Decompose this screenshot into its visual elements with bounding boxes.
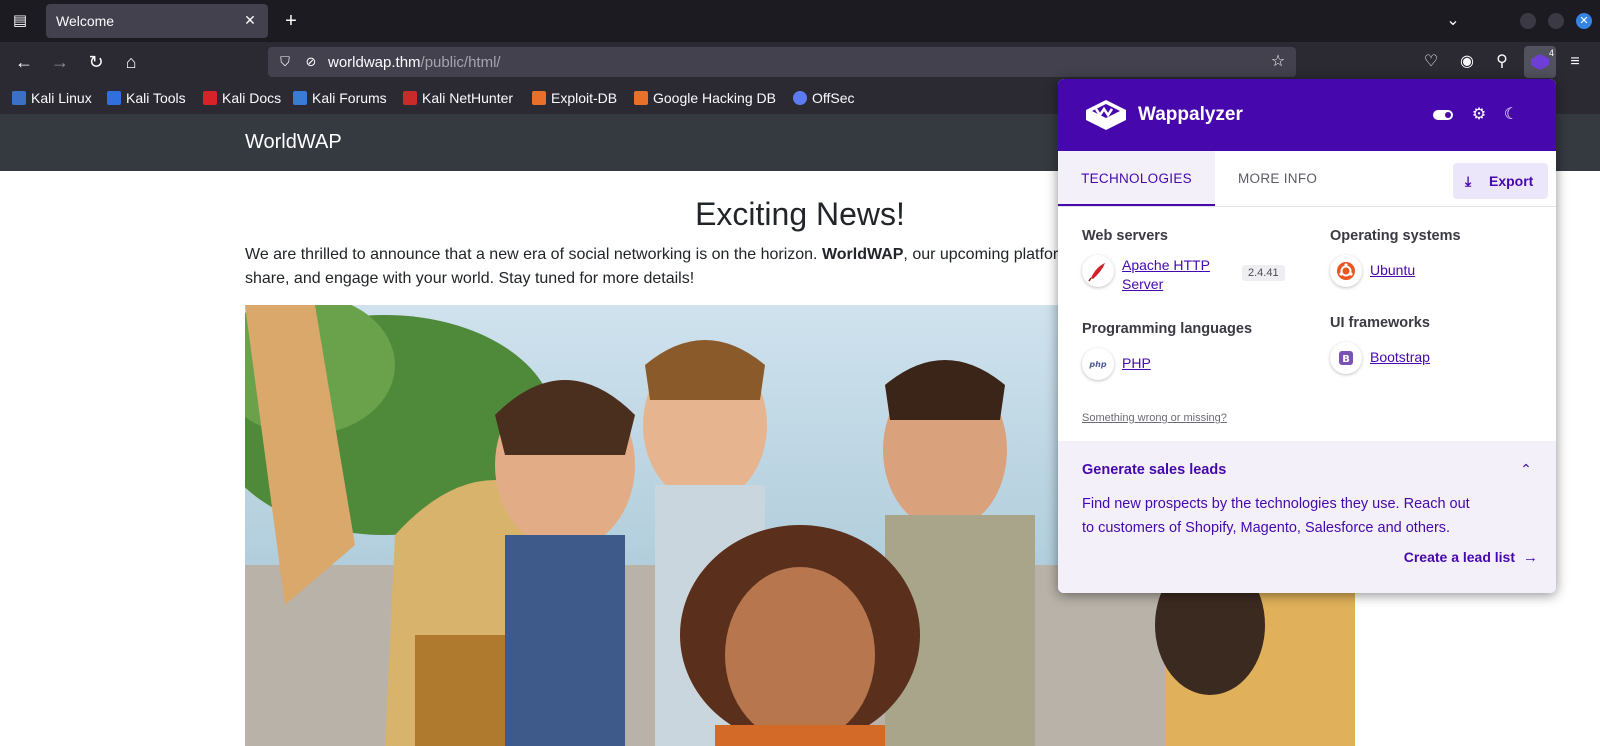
bootstrap-icon: B — [1330, 342, 1362, 374]
nethunter-icon — [403, 91, 417, 105]
something-wrong-link[interactable]: Something wrong or missing? — [1082, 412, 1227, 424]
site-brand-link[interactable]: WorldWAP — [245, 131, 342, 154]
kali-tools-icon — [107, 91, 121, 105]
chevron-down-icon[interactable]: ⌄ — [1440, 8, 1466, 34]
account-icon[interactable]: ◉ — [1455, 50, 1479, 74]
wappalyzer-logo-icon — [1086, 100, 1126, 130]
window-minimize-button[interactable] — [1520, 13, 1536, 29]
bookmark-exploit-db[interactable]: Exploit-DB — [532, 89, 617, 107]
wappalyzer-icon — [1531, 54, 1549, 70]
wappalyzer-extension-button[interactable]: 4 — [1524, 46, 1556, 78]
leads-description: Find new prospects by the technologies t… — [1082, 496, 1470, 536]
wappalyzer-popup: Wappalyzer ⚙ ☾ TECHNOLOGIES MORE INFO ⤓ … — [1058, 79, 1556, 593]
svg-text:B: B — [1342, 354, 1350, 365]
tab-list-icon[interactable]: ▤ — [8, 9, 32, 33]
tech-bootstrap: B Bootstrap — [1330, 342, 1530, 376]
forward-arrow-icon[interactable]: → — [48, 50, 72, 74]
apache-feather-icon — [1082, 255, 1114, 287]
tech-ubuntu-link[interactable]: Ubuntu — [1370, 261, 1415, 280]
window-close-button[interactable]: ✕ — [1576, 13, 1592, 29]
new-tab-icon[interactable]: + — [278, 8, 304, 34]
wappalyzer-brand: Wappalyzer — [1138, 104, 1243, 125]
home-icon[interactable]: ⌂ — [119, 50, 143, 74]
bookmark-kali-tools[interactable]: Kali Tools — [107, 89, 186, 107]
leads-title: Generate sales leads — [1082, 462, 1227, 478]
menu-hamburger-icon[interactable]: ≡ — [1563, 50, 1587, 74]
window-maximize-button[interactable] — [1548, 13, 1564, 29]
category-web-servers: Web servers — [1082, 228, 1168, 244]
bookmark-kali-linux[interactable]: Kali Linux — [12, 89, 92, 107]
ghdb-icon — [634, 91, 648, 105]
offsec-icon — [793, 91, 807, 105]
tab-technologies[interactable]: TECHNOLOGIES — [1058, 151, 1215, 206]
tab-strip: ▤ Welcome ✕ + ⌄ ✕ — [0, 0, 1600, 42]
extensions-icon[interactable]: ⚲ — [1490, 50, 1514, 74]
tech-php: php PHP — [1082, 348, 1282, 382]
url-host: worldwap.thm — [328, 54, 421, 71]
extension-badge: 4 — [1548, 48, 1554, 58]
bookmark-google-hacking-db[interactable]: Google Hacking DB — [634, 89, 776, 107]
toggle-icon[interactable] — [1432, 104, 1454, 126]
export-button[interactable]: ⤓ Export — [1453, 163, 1548, 199]
create-lead-list-link[interactable]: Create a lead list → — [1404, 549, 1538, 566]
download-icon: ⤓ — [1465, 173, 1472, 189]
tab-close-icon[interactable]: ✕ — [240, 10, 260, 30]
tech-apache-link[interactable]: Apache HTTP Server — [1122, 256, 1210, 294]
export-label: Export — [1489, 173, 1534, 189]
back-arrow-icon[interactable]: ← — [12, 50, 36, 74]
wappalyzer-header: Wappalyzer ⚙ ☾ — [1058, 79, 1556, 151]
kali-dragon-icon — [12, 91, 26, 105]
moon-icon[interactable]: ☾ — [1500, 104, 1522, 126]
ubuntu-icon — [1330, 255, 1362, 287]
chevron-up-icon[interactable]: ⌃ — [1516, 459, 1536, 479]
tech-bootstrap-link[interactable]: Bootstrap — [1370, 348, 1430, 367]
tech-php-link[interactable]: PHP — [1122, 354, 1151, 373]
pocket-icon[interactable]: ♡ — [1419, 50, 1443, 74]
tech-apache: Apache HTTP Server 2.4.41 — [1082, 255, 1302, 295]
arrow-right-icon: → — [1523, 549, 1538, 566]
svg-text:php: php — [1088, 360, 1106, 369]
version-badge: 2.4.41 — [1242, 265, 1285, 281]
tech-ubuntu: Ubuntu — [1330, 255, 1530, 289]
php-icon: php — [1082, 348, 1114, 380]
bookmark-kali-nethunter[interactable]: Kali NetHunter — [403, 89, 513, 107]
navigation-toolbar: ← → ↻ ⌂ ⛉ ⊘ worldwap.thm/public/html/ ☆ … — [0, 42, 1600, 82]
url-text[interactable]: worldwap.thm/public/html/ — [328, 54, 501, 71]
category-programming-languages: Programming languages — [1082, 321, 1253, 337]
tab-title: Welcome — [56, 13, 115, 29]
tab-welcome[interactable]: Welcome ✕ — [46, 4, 268, 38]
category-operating-systems: Operating systems — [1330, 228, 1461, 244]
url-path: /public/html/ — [420, 54, 501, 71]
bookmark-kali-forums[interactable]: Kali Forums — [293, 89, 387, 107]
kali-docs-icon — [203, 91, 217, 105]
bookmark-kali-docs[interactable]: Kali Docs — [203, 89, 281, 107]
tracking-shield-icon[interactable]: ⛉ — [276, 53, 294, 71]
address-bar[interactable]: ⛉ ⊘ worldwap.thm/public/html/ ☆ — [268, 47, 1296, 77]
insecure-lock-icon[interactable]: ⊘ — [302, 53, 320, 71]
gear-icon[interactable]: ⚙ — [1468, 104, 1490, 126]
exploit-db-icon — [532, 91, 546, 105]
kali-forums-icon — [293, 91, 307, 105]
bookmark-offsec[interactable]: OffSec — [793, 89, 855, 107]
sales-leads-panel: Generate sales leads ⌃ Find new prospect… — [1058, 441, 1556, 593]
bookmark-star-icon[interactable]: ☆ — [1268, 52, 1288, 72]
category-ui-frameworks: UI frameworks — [1330, 315, 1430, 331]
tab-more-info[interactable]: MORE INFO — [1238, 151, 1317, 206]
reload-icon[interactable]: ↻ — [84, 50, 108, 74]
